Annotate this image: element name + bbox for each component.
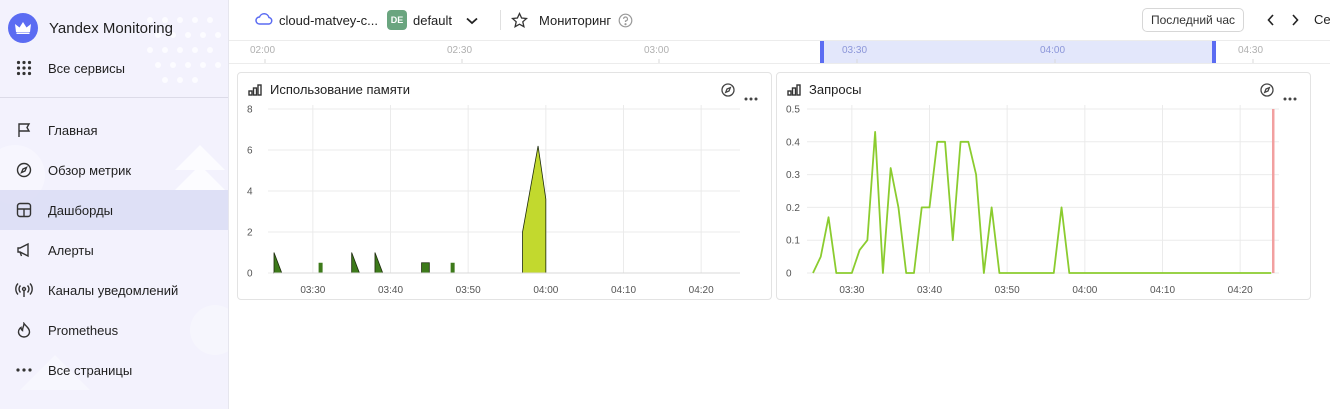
x-tick-label: 04:20 xyxy=(689,285,714,296)
sidebar: Yandex Monitoring Все сервисы Главная Об… xyxy=(0,0,229,409)
sidebar-item-label: Дашборды xyxy=(48,202,113,218)
sidebar-item-alerts[interactable]: Алерты xyxy=(0,230,228,270)
requests-chart: 0 0.1 0.2 0.3 0.4 0.5 03:30 03:40 03:50 04:00 04:1… xyxy=(786,105,1279,296)
crown-icon xyxy=(8,13,38,43)
y-tick-label: 0.2 xyxy=(786,203,800,214)
x-tick-label: 03:40 xyxy=(378,285,403,296)
star-icon[interactable] xyxy=(511,11,529,29)
chevron-down-icon xyxy=(466,13,478,28)
topbar-divider xyxy=(500,10,502,30)
sidebar-item-prometheus[interactable]: Prometheus xyxy=(0,310,228,350)
area-point xyxy=(450,262,455,273)
dots-icon xyxy=(0,368,48,372)
cloud-icon xyxy=(255,12,273,28)
flame-icon xyxy=(0,322,48,338)
y-tick-label: 8 xyxy=(247,105,253,116)
x-tick-label: 03:40 xyxy=(917,285,942,296)
timeline-label: 03:00 xyxy=(644,45,670,56)
area-segment xyxy=(421,262,430,274)
time-range-button[interactable]: Последний час xyxy=(1142,8,1245,32)
timeline-label: 03:30 xyxy=(842,45,868,56)
sidebar-item-label: Обзор метрик xyxy=(48,162,132,178)
series-line xyxy=(812,131,1272,274)
memory-usage-chart: 0 2 4 6 8 03:30 03:40 03:50 04:00 04:10 04:20 xyxy=(247,105,740,296)
broadcast-icon xyxy=(0,282,48,298)
chevron-right-icon[interactable] xyxy=(1290,13,1300,27)
timeline-ticks xyxy=(264,59,1254,63)
y-tick-label: 0 xyxy=(786,269,792,280)
timeline-label: 04:00 xyxy=(1040,45,1066,56)
sidebar-divider xyxy=(0,97,228,98)
dashboard-icon xyxy=(0,202,48,218)
x-tick-label: 04:10 xyxy=(1150,285,1175,296)
service-name: Мониторинг xyxy=(539,12,612,28)
timeline-label: 02:30 xyxy=(447,45,473,56)
y-tick-label: 0.4 xyxy=(786,137,800,148)
timeline-label: 04:30 xyxy=(1238,45,1264,56)
area-segment xyxy=(273,252,283,274)
y-tick-label: 0.3 xyxy=(786,170,800,181)
sidebar-item-label: Каналы уведомлений xyxy=(48,282,179,298)
y-tick-label: 4 xyxy=(247,187,253,198)
area-point xyxy=(318,262,323,273)
x-tick-label: 04:00 xyxy=(1072,285,1097,296)
x-tick-label: 03:30 xyxy=(839,285,864,296)
folder-selector[interactable]: DE default xyxy=(386,10,478,30)
cloud-selector[interactable]: cloud-matvey-c... xyxy=(255,12,378,28)
sidebar-item-label: Алерты xyxy=(48,242,94,258)
folder-name: default xyxy=(412,12,453,28)
x-tick-label: 03:50 xyxy=(456,285,481,296)
truncated-control[interactable]: Се xyxy=(1314,12,1330,27)
sidebar-item-home[interactable]: Главная xyxy=(0,110,228,150)
help-icon[interactable] xyxy=(618,13,633,28)
area-segment xyxy=(522,145,547,274)
y-tick-label: 0 xyxy=(247,269,253,280)
area-segment xyxy=(374,252,384,274)
megaphone-icon xyxy=(0,242,48,258)
y-tick-label: 2 xyxy=(247,228,253,239)
chevron-left-icon[interactable] xyxy=(1266,13,1276,27)
sidebar-item-all-services[interactable]: Все сервисы xyxy=(0,48,228,88)
y-tick-label: 6 xyxy=(247,146,253,157)
sidebar-item-label: Все сервисы xyxy=(48,60,125,76)
requests-panel: Запросы 0 0.1 0.2 0.3 0.4 0.5 03:30 03:40 03:50 0… xyxy=(776,72,1311,300)
timeline-label: 02:00 xyxy=(250,45,276,56)
sidebar-item-label: Главная xyxy=(48,122,98,138)
x-tick-label: 04:10 xyxy=(611,285,636,296)
sidebar-item-all-pages[interactable]: Все страницы xyxy=(0,350,228,390)
sidebar-item-metrics[interactable]: Обзор метрик xyxy=(0,150,228,190)
grid-dots-icon xyxy=(0,60,48,76)
x-tick-label: 03:50 xyxy=(995,285,1020,296)
compass-icon xyxy=(0,162,48,178)
folder-badge: DE xyxy=(386,10,407,30)
memory-usage-panel: Использование памяти 0 2 4 6 8 03:30 03:40 03:5… xyxy=(237,72,772,300)
cloud-name: cloud-matvey-c... xyxy=(279,12,378,28)
x-tick-label: 03:30 xyxy=(300,285,325,296)
flag-icon xyxy=(0,122,48,138)
area-segment xyxy=(351,252,361,274)
top-bar: cloud-matvey-c... DE default Мониторинг … xyxy=(229,0,1330,40)
brand[interactable]: Yandex Monitoring xyxy=(8,13,173,43)
x-tick-label: 04:00 xyxy=(533,285,558,296)
timeline-scrubber[interactable]: 02:00 02:30 03:00 03:30 04:00 04:30 xyxy=(229,40,1330,64)
sidebar-item-label: Все страницы xyxy=(48,362,133,378)
sidebar-item-dashboards[interactable]: Дашборды xyxy=(0,190,228,230)
y-tick-label: 0.1 xyxy=(786,236,800,247)
brand-name: Yandex Monitoring xyxy=(49,19,173,37)
x-tick-label: 04:20 xyxy=(1228,285,1253,296)
sidebar-item-channels[interactable]: Каналы уведомлений xyxy=(0,270,228,310)
y-tick-label: 0.5 xyxy=(786,105,800,116)
sidebar-item-label: Prometheus xyxy=(48,322,119,338)
